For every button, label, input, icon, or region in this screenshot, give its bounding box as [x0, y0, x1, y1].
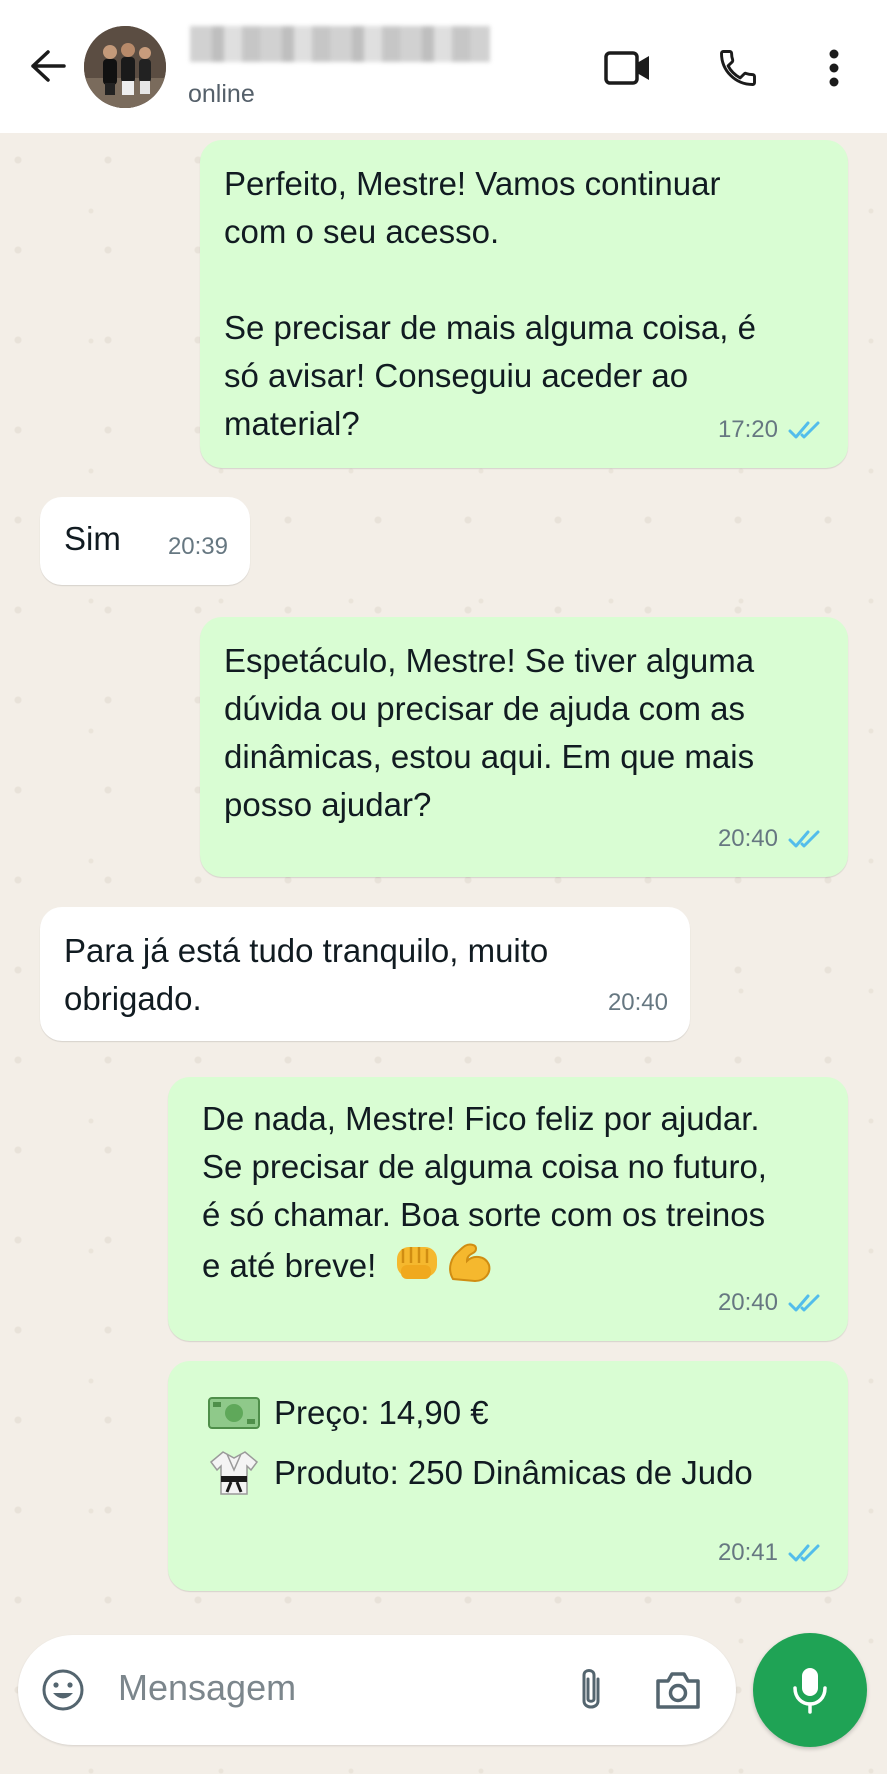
read-receipt-icon [788, 830, 820, 848]
message-outgoing[interactable]: De nada, Mestre! Fico feliz por ajudar. … [168, 1077, 848, 1341]
message-meta: 20:39 [168, 523, 228, 571]
attach-icon[interactable] [568, 1663, 614, 1717]
message-input-placeholder[interactable]: Mensagem [118, 1667, 296, 1709]
message-meta: 17:20 [718, 406, 826, 454]
fist-bump-emoji [397, 1247, 438, 1279]
read-receipt-icon [788, 1544, 820, 1562]
message-input-bar[interactable]: Mensagem [18, 1635, 736, 1745]
message-time: 20:40 [607, 989, 668, 1016]
message-incoming[interactable]: Sim 20:39 [40, 497, 250, 585]
flexed-biceps-emoji [449, 1243, 491, 1283]
price-line: Preço: 14,90 € [208, 1383, 824, 1443]
message-outgoing[interactable]: Preço: 14,90 € Produto: 250 Dinâmicas de… [168, 1361, 848, 1591]
martial-arts-uniform-emoji [208, 1449, 260, 1497]
more-options-icon[interactable] [804, 40, 864, 96]
message-text: Perfeito, Mestre! Vamos continuar com o … [224, 165, 756, 442]
message-meta: 20:40 [718, 1279, 826, 1327]
message-text: Para já está tudo tranquilo, muito obrig… [64, 932, 549, 1017]
video-call-icon[interactable] [598, 40, 658, 96]
message-time: 20:41 [717, 1539, 778, 1566]
message-time: 17:20 [717, 416, 778, 443]
contact-status: online [188, 80, 255, 108]
message-text: Espetáculo, Mestre! Se tiver alguma dúvi… [224, 642, 755, 823]
message-outgoing[interactable]: Perfeito, Mestre! Vamos continuar com o … [200, 140, 848, 468]
money-emoji [208, 1389, 260, 1437]
microphone-icon [793, 1668, 827, 1714]
camera-icon[interactable] [652, 1665, 704, 1715]
message-time: 20:39 [167, 533, 228, 560]
chat-header: online [0, 0, 887, 133]
product-line: Produto: 250 Dinâmicas de Judo [208, 1443, 824, 1503]
message-emojis [393, 1239, 493, 1285]
contact-avatar[interactable] [84, 26, 166, 108]
message-body: De nada, Mestre! Fico feliz por ajudar. … [202, 1095, 824, 1290]
price-text: Preço: 14,90 € [274, 1394, 489, 1431]
message-incoming[interactable]: Para já está tudo tranquilo, muito obrig… [40, 907, 690, 1041]
message-meta: 20:40 [608, 979, 668, 1027]
back-arrow-icon[interactable] [26, 44, 70, 88]
read-receipt-icon [788, 1294, 820, 1312]
message-time: 20:40 [717, 825, 778, 852]
microphone-button[interactable] [753, 1633, 867, 1747]
message-outgoing[interactable]: Espetáculo, Mestre! Se tiver alguma dúvi… [200, 617, 848, 877]
read-receipt-icon [788, 421, 820, 439]
product-text: Produto: 250 Dinâmicas de Judo [274, 1454, 753, 1491]
message-meta: 20:41 [718, 1529, 826, 1577]
message-time: 20:40 [717, 1289, 778, 1316]
emoji-icon[interactable] [40, 1667, 86, 1713]
voice-call-icon[interactable] [708, 40, 768, 96]
message-meta: 20:40 [718, 815, 826, 863]
contact-name-redacted[interactable] [190, 26, 490, 62]
